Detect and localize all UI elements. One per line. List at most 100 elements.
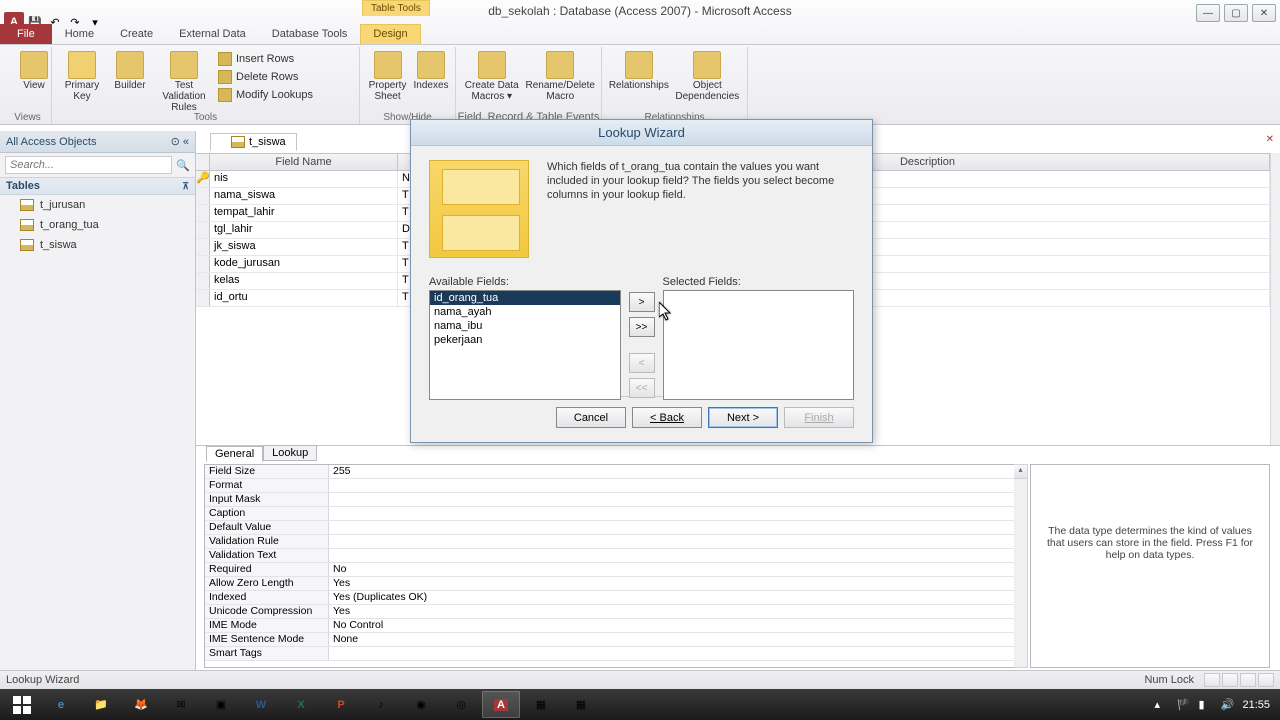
nav-search-input[interactable] [5,156,172,174]
delete-rows-icon [218,70,232,84]
taskbar-app3[interactable]: ◎ [442,691,480,718]
taskbar-powerpoint[interactable]: P [322,691,360,718]
insert-rows-button[interactable]: Insert Rows [218,51,313,67]
property-help-text: The data type determines the kind of val… [1030,464,1270,668]
available-field-item[interactable]: nama_ayah [430,305,620,319]
primary-key-button[interactable]: Primary Key [58,49,106,102]
nav-section-tables[interactable]: Tables⊼ [0,177,195,195]
property-row[interactable]: RequiredNo [205,563,1015,577]
col-field-name[interactable]: Field Name [210,154,398,170]
create-data-macros-button[interactable]: Create Data Macros ▾ [462,49,522,102]
builder-icon [116,51,144,79]
search-icon[interactable]: 🔍 [176,159,190,172]
nav-table-t_jurusan[interactable]: t_jurusan [0,195,195,215]
property-row[interactable]: Smart Tags [205,647,1015,661]
add-all-fields-button[interactable]: >> [629,317,655,337]
property-row[interactable]: Caption [205,507,1015,521]
tab-external-data[interactable]: External Data [166,24,259,44]
property-sheet-button[interactable]: Property Sheet [366,49,409,102]
tab-lookup[interactable]: Lookup [263,445,317,461]
view-datasheet-icon[interactable] [1204,673,1220,687]
next-button[interactable]: Next > [708,407,778,428]
indexes-button[interactable]: Indexes [413,49,449,91]
close-button[interactable]: ✕ [1252,4,1276,22]
nav-header[interactable]: All Access Objects ⊙ « [0,131,195,153]
view-icon [20,51,48,79]
property-row[interactable]: Validation Text [205,549,1015,563]
finish-button[interactable]: Finish [784,407,854,428]
tab-design[interactable]: Design [360,24,420,44]
property-row[interactable]: Unicode CompressionYes [205,605,1015,619]
taskbar-firefox[interactable]: 🦊 [122,691,160,718]
tray-action-center-icon[interactable]: 🏴 [1176,698,1190,712]
property-row[interactable]: Format [205,479,1015,493]
taskbar-access[interactable]: A [482,691,520,718]
view-design-icon[interactable] [1222,673,1238,687]
modify-lookups-button[interactable]: Modify Lookups [218,87,313,103]
remove-field-button[interactable]: < [629,353,655,373]
add-field-button[interactable]: > [629,292,655,312]
remove-all-fields-button[interactable]: << [629,378,655,398]
nav-table-t_orang_tua[interactable]: t_orang_tua [0,215,195,235]
taskbar-explorer[interactable]: 📁 [82,691,120,718]
view-button[interactable]: View [10,49,58,91]
property-row[interactable]: IME ModeNo Control [205,619,1015,633]
collapse-icon: ⊼ [182,181,189,192]
property-row[interactable]: Default Value [205,521,1015,535]
tab-file[interactable]: File [0,24,52,44]
tab-home[interactable]: Home [52,24,107,44]
rename-delete-macro-button[interactable]: Rename/Delete Macro [526,49,595,102]
start-button[interactable] [4,691,40,718]
tab-create[interactable]: Create [107,24,166,44]
taskbar-ie[interactable]: e [42,691,80,718]
selected-fields-list[interactable] [663,290,855,400]
property-scroll[interactable]: ▴ [1014,464,1028,668]
cancel-button[interactable]: Cancel [556,407,626,428]
nav-collapse-icon[interactable]: ⊙ « [171,135,189,148]
available-field-item[interactable]: pekerjaan [430,333,620,347]
delete-rows-button[interactable]: Delete Rows [218,69,313,85]
taskbar-excel[interactable]: X [282,691,320,718]
property-row[interactable]: IME Sentence ModeNone [205,633,1015,647]
view-sql-icon[interactable] [1240,673,1256,687]
minimize-button[interactable]: — [1196,4,1220,22]
taskbar-mail[interactable]: ✉ [162,691,200,718]
available-field-item[interactable]: nama_ibu [430,319,620,333]
indexes-icon [417,51,445,79]
taskbar-app5[interactable]: ▦ [562,691,600,718]
ribbon-tabs: File Home Create External Data Database … [0,24,421,44]
document-tab[interactable]: t_siswa [210,133,297,151]
property-sheet-icon [374,51,402,79]
nav-table-t_siswa[interactable]: t_siswa [0,235,195,255]
tray-network-icon[interactable]: ▮ [1198,698,1212,712]
available-fields-list[interactable]: id_orang_tuanama_ayahnama_ibupekerjaan [429,290,621,400]
taskbar-app2[interactable]: ♪ [362,691,400,718]
property-row[interactable]: Allow Zero LengthYes [205,577,1015,591]
property-row[interactable]: Field Size255 [205,465,1015,479]
tab-general[interactable]: General [206,446,263,462]
title-bar: A 💾 ↶ ↷ ▾ Table Tools db_sekolah : Datab… [0,0,1280,45]
taskbar-chrome[interactable]: ◉ [402,691,440,718]
property-row[interactable]: Input Mask [205,493,1015,507]
tab-database-tools[interactable]: Database Tools [259,24,361,44]
tray-volume-icon[interactable]: 🔊 [1220,698,1234,712]
taskbar-app1[interactable]: ▣ [202,691,240,718]
taskbar-app4[interactable]: ▦ [522,691,560,718]
property-row[interactable]: Validation Rule [205,535,1015,549]
relationships-button[interactable]: Relationships [608,49,670,91]
maximize-button[interactable]: ▢ [1224,4,1248,22]
builder-button[interactable]: Builder [110,49,150,91]
taskbar-word[interactable]: W [242,691,280,718]
contextual-tab-label: Table Tools [362,0,430,16]
wizard-illustration [429,160,529,258]
back-button[interactable]: < Back [632,407,702,428]
tray-show-hidden-icon[interactable]: ▴ [1154,698,1168,712]
table-icon [20,239,34,251]
tray-clock[interactable]: 21:55 [1242,699,1270,711]
object-dependencies-button[interactable]: Object Dependencies [674,49,741,102]
property-row[interactable]: IndexedYes (Duplicates OK) [205,591,1015,605]
test-validation-button[interactable]: Test Validation Rules [154,49,214,113]
document-close-icon[interactable]: ✕ [1266,134,1274,145]
view-form-icon[interactable] [1258,673,1274,687]
available-field-item[interactable]: id_orang_tua [430,291,620,305]
